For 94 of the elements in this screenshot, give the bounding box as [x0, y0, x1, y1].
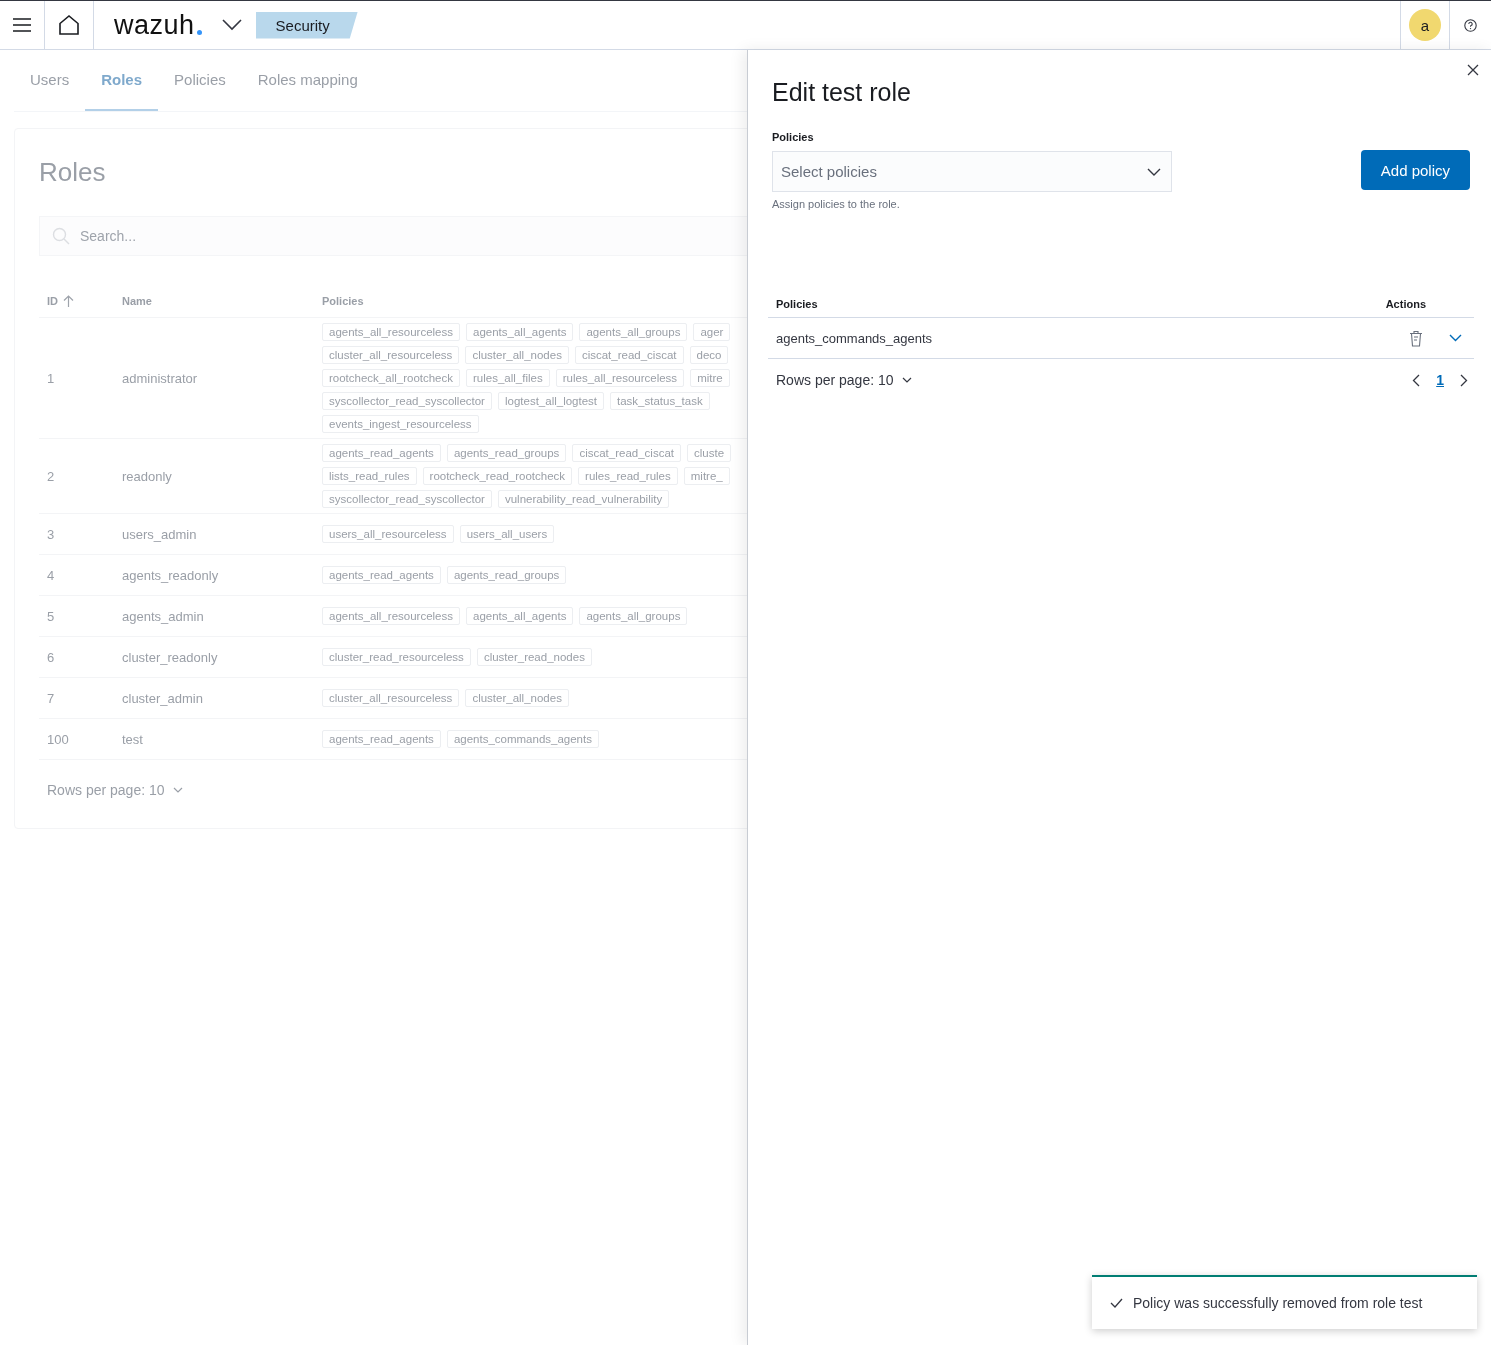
- close-icon[interactable]: [1465, 62, 1481, 78]
- table-cell: readonly: [122, 468, 172, 484]
- tab[interactable]: Roles: [85, 50, 159, 111]
- policy-badge: events_ingest_resourceless: [322, 415, 479, 433]
- table-cell: agents_admin: [122, 608, 204, 624]
- policy-badge: rules_all_files: [466, 369, 550, 387]
- breadcrumb[interactable]: Security: [255, 11, 358, 39]
- policy-badge: syscollector_read_syscollector: [322, 392, 492, 410]
- policy-badge: agents_commands_agents: [446, 730, 599, 748]
- policy-badge: rules_all_resourceless: [555, 369, 685, 387]
- chevron-down-icon[interactable]: [221, 19, 242, 31]
- table-cell: cluster_readonly: [122, 649, 218, 665]
- tab[interactable]: Policies: [158, 50, 242, 111]
- search-icon: [52, 227, 70, 245]
- table-cell: 3: [47, 526, 55, 542]
- column-header: Policies: [776, 297, 818, 310]
- policy-badge: logtest_all_logtest: [497, 392, 604, 410]
- policy-badge: agents_all_resourceless: [322, 323, 461, 341]
- expand-chevron-icon[interactable]: [1449, 334, 1462, 342]
- policy-badge: deco: [689, 346, 729, 364]
- policy-badge: task_status_task: [610, 392, 710, 410]
- policy-badge: agents_all_agents: [466, 607, 574, 625]
- table-cell-text: agents_commands_agents: [776, 330, 934, 346]
- table-cell: agents_readonly: [122, 567, 219, 583]
- policy-badge: mitre: [690, 369, 730, 387]
- table-cell: 2: [47, 468, 55, 484]
- column-header: Actions: [1385, 297, 1426, 310]
- policy-badge: lists_read_rules: [322, 467, 417, 485]
- table-cell: cluster_admin: [122, 690, 203, 706]
- policy-badge: agents_read_groups: [446, 444, 567, 462]
- policy-badge: rootcheck_read_rootcheck: [422, 467, 573, 485]
- policy-badge: cluster_all_resourceless: [322, 689, 460, 707]
- policy-badge: agents_all_groups: [579, 323, 688, 341]
- policy-badge: cluster_read_resourceless: [322, 648, 471, 666]
- next-page-icon[interactable]: [1460, 373, 1468, 387]
- policy-badge: agents_read_agents: [322, 730, 441, 748]
- previous-page-icon[interactable]: [1412, 373, 1421, 387]
- policy-badge: ciscat_read_ciscat: [574, 346, 684, 364]
- table-cell: 4: [47, 567, 55, 583]
- policy-badge: cluster_read_nodes: [476, 648, 592, 666]
- help-icon[interactable]: [1464, 18, 1477, 32]
- policy-badge: cluster_all_nodes: [465, 689, 569, 707]
- policy-badge: agents_read_agents: [322, 444, 441, 462]
- policy-badge: agents_all_resourceless: [322, 607, 461, 625]
- table-cell: 6: [47, 649, 55, 665]
- policies-select[interactable]: Select policies: [772, 151, 1172, 192]
- search-placeholder: Search...: [80, 228, 137, 244]
- add-policy-button[interactable]: Add policy: [1360, 150, 1470, 190]
- policy-badge: ager: [693, 323, 731, 341]
- rows-per-page-button[interactable]: Rows per page: 10: [39, 760, 191, 798]
- panel-title: Roles: [39, 157, 107, 188]
- policy-badge: cluster_all_resourceless: [322, 346, 460, 364]
- table-cell: test: [122, 731, 143, 747]
- page-link[interactable]: 1: [1434, 372, 1446, 388]
- logo[interactable]: wazuh: [114, 9, 202, 41]
- policy-badge: vulnerability_read_vulnerability: [497, 490, 670, 508]
- toast-message: Policy was successfully removed from role test: [1133, 1295, 1423, 1311]
- column-header[interactable]: Policies: [322, 294, 364, 307]
- menu-icon[interactable]: [13, 18, 31, 32]
- policy-badge: agents_all_agents: [466, 323, 574, 341]
- chevron-down-icon: [172, 787, 183, 793]
- table-cell: 1: [47, 370, 55, 386]
- rows-per-page-button[interactable]: Rows per page: 10: [776, 372, 912, 388]
- policy-badge: users_all_resourceless: [322, 525, 454, 543]
- policy-badge: agents_read_agents: [322, 566, 441, 584]
- policy-badge: rootcheck_all_rootcheck: [322, 369, 460, 387]
- user-avatar[interactable]: a: [1409, 9, 1441, 41]
- flyout-title: Edit test role: [772, 78, 912, 107]
- table-cell: users_admin: [122, 526, 197, 542]
- policy-badge: cluster_all_nodes: [465, 346, 569, 364]
- policy-badge: users_all_users: [459, 525, 555, 543]
- table-cell: 5: [47, 608, 55, 624]
- check-icon: [1110, 1298, 1123, 1308]
- delete-icon[interactable]: [1409, 329, 1423, 347]
- column-header[interactable]: Name: [122, 294, 152, 307]
- policy-badge: cluste: [687, 444, 732, 462]
- policy-badge: mitre_: [683, 467, 730, 485]
- chevron-down-icon: [1147, 167, 1161, 176]
- tab[interactable]: Roles mapping: [241, 50, 374, 111]
- table-cell: administrator: [122, 370, 198, 386]
- policy-badge: rules_read_rules: [578, 467, 678, 485]
- field-label: Policies: [772, 131, 815, 143]
- table-cell: 7: [47, 690, 55, 706]
- policy-badge: ciscat_read_ciscat: [572, 444, 681, 462]
- help-text: Assign policies to the role.: [772, 198, 901, 210]
- tab[interactable]: Users: [14, 50, 86, 111]
- column-header[interactable]: ID: [47, 294, 58, 307]
- search-field[interactable]: Search...: [39, 216, 747, 256]
- home-icon[interactable]: [58, 14, 80, 36]
- table-cell: 100: [47, 731, 69, 747]
- chevron-down-icon: [901, 377, 912, 383]
- policy-badge: agents_all_groups: [579, 607, 688, 625]
- policy-badge: agents_read_groups: [446, 566, 567, 584]
- policy-badge: syscollector_read_syscollector: [322, 490, 492, 508]
